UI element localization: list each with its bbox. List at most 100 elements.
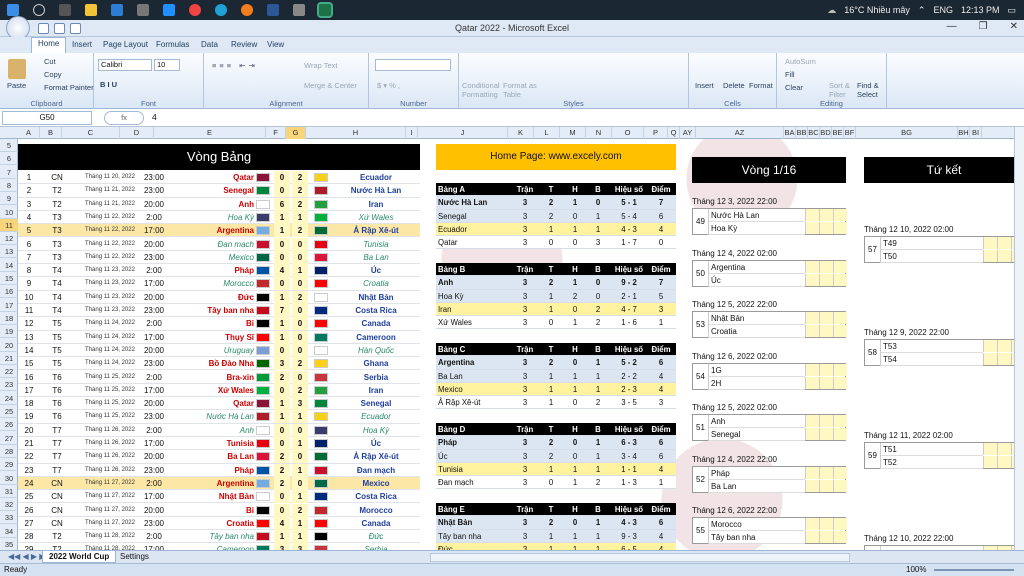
firefox-icon[interactable] <box>241 4 253 16</box>
font-name-select[interactable]: Calibri <box>98 59 152 71</box>
row-header[interactable]: 20 <box>0 339 18 352</box>
away-score[interactable]: 0 <box>292 423 308 437</box>
column-header[interactable]: A <box>18 127 40 139</box>
score-cell[interactable] <box>819 479 833 492</box>
paste-button[interactable]: Paste <box>7 81 26 90</box>
home-score[interactable]: 4 <box>274 264 290 278</box>
away-score[interactable]: 0 <box>292 250 308 264</box>
match-row[interactable]: 22 T7 Tháng 11 26, 2022 20:00 Ba Lan 2 0 Ả Rập … <box>18 450 420 464</box>
row-header[interactable]: 11 <box>0 218 18 232</box>
column-header[interactable]: I <box>406 127 418 139</box>
column-header[interactable]: P <box>644 127 668 139</box>
standing-row[interactable]: Senegal 3 2 0 1 5 - 4 6 <box>436 209 676 223</box>
match-box[interactable]: 49 Nước Hà Lan Hoa Kỳ <box>692 208 847 235</box>
score-cell[interactable] <box>997 353 1011 365</box>
away-score[interactable]: 2 <box>292 357 308 371</box>
away-score[interactable]: 1 <box>292 490 308 504</box>
match-row[interactable]: 2 T2 Tháng 11 21, 2022 23:00 Senegal 0 2 Nước H… <box>18 184 420 198</box>
match-slot[interactable]: Tháng 12 6, 2022 22:00 55 Morocco Tây ban n… <box>692 504 847 544</box>
away-score[interactable]: 2 <box>292 290 308 304</box>
row-header[interactable]: 21 <box>0 352 18 365</box>
name-box[interactable]: G50 <box>2 111 92 125</box>
edge-icon[interactable] <box>215 4 227 16</box>
match-row[interactable]: 23 T7 Tháng 11 26, 2022 23:00 Pháp 2 1 Đan mạch <box>18 463 420 477</box>
away-score[interactable]: 2 <box>292 184 308 198</box>
away-score[interactable]: 0 <box>292 370 308 384</box>
away-score[interactable]: 1 <box>292 530 308 544</box>
row-header[interactable]: 9 <box>0 192 18 206</box>
standing-row[interactable]: Hoa Kỳ 3 1 2 0 2 - 1 5 <box>436 289 676 303</box>
wrap-text-button[interactable]: Wrap Text <box>304 61 338 70</box>
home-score[interactable]: 7 <box>274 304 290 317</box>
app2-icon[interactable] <box>293 4 305 16</box>
notification-icon[interactable]: ▭ <box>1007 5 1016 16</box>
match-slot[interactable]: Tháng 12 9, 2022 22:00 58 T53 T54 <box>864 326 1024 366</box>
copy-button[interactable]: Copy <box>44 70 62 79</box>
away-score[interactable]: 0 <box>292 304 308 317</box>
match-row[interactable]: 12 T5 Tháng 11 24, 2022 2:00 Bỉ 1 0 Canada <box>18 317 420 331</box>
tab-review[interactable]: Review <box>225 39 263 50</box>
sort-filter-button[interactable]: Sort & Filter <box>829 81 855 99</box>
column-header[interactable]: BC <box>808 127 820 139</box>
row-header[interactable]: 33 <box>0 511 18 525</box>
home-score[interactable]: 1 <box>274 317 290 331</box>
zoom-level[interactable]: 100% <box>906 564 926 576</box>
score-cell[interactable] <box>819 222 833 234</box>
minimize-button[interactable]: — <box>947 21 957 32</box>
score-cell[interactable] <box>805 531 819 543</box>
column-header[interactable]: AY <box>680 127 696 139</box>
row-header[interactable]: 16 <box>0 285 18 299</box>
row-header[interactable]: 24 <box>0 392 18 405</box>
worksheet-grid[interactable]: Vòng Bảng 1 CN Tháng 11 20, 2022 23:00 Qatar… <box>18 139 1024 550</box>
away-score[interactable]: 0 <box>292 317 308 331</box>
row-header[interactable]: 23 <box>0 378 18 392</box>
horizontal-scrollbar[interactable] <box>430 553 850 562</box>
score-cell[interactable] <box>819 518 833 530</box>
row-header[interactable]: 30 <box>0 472 18 485</box>
sheet-tab-settings[interactable]: Settings <box>114 551 155 563</box>
format-painter-button[interactable]: Format Painter <box>44 83 94 92</box>
home-score[interactable]: 0 <box>274 383 290 397</box>
score-cell[interactable] <box>983 237 997 249</box>
score-cell[interactable] <box>833 376 847 389</box>
away-score[interactable]: 0 <box>292 343 308 357</box>
score-cell[interactable] <box>983 250 997 262</box>
row-header[interactable]: 15 <box>0 272 18 285</box>
home-score[interactable]: 0 <box>274 277 290 291</box>
match-box[interactable]: 51 Anh Senegal <box>692 414 847 441</box>
home-score[interactable]: 0 <box>274 250 290 264</box>
away-score[interactable]: 1 <box>292 264 308 278</box>
home-score[interactable]: 6 <box>274 197 290 211</box>
away-score[interactable]: 1 <box>292 210 308 224</box>
match-box[interactable]: 54 1G 2H <box>692 362 847 390</box>
column-header[interactable]: D <box>120 127 154 139</box>
column-header[interactable]: BG <box>856 127 958 139</box>
match-row[interactable]: 26 CN Tháng 11 27, 2022 20:00 Bỉ 0 2 Morocco <box>18 503 420 517</box>
match-slot[interactable]: Tháng 12 10, 2022 22:00 <box>864 532 1024 550</box>
tab-page-layout[interactable]: Page Layout <box>97 39 154 50</box>
score-cell[interactable] <box>805 518 819 530</box>
clear-button[interactable]: Clear <box>785 83 803 92</box>
match-slot[interactable]: Tháng 12 10, 2022 02:00 57 T49 T50 <box>864 223 1024 263</box>
home-score[interactable]: 1 <box>274 210 290 224</box>
score-cell[interactable] <box>833 222 847 234</box>
start-icon[interactable] <box>7 4 19 16</box>
column-header[interactable]: BE <box>832 127 844 139</box>
away-score[interactable]: 2 <box>292 224 308 238</box>
standing-row[interactable]: Xứ Wales 3 0 1 2 1 - 6 1 <box>436 316 676 330</box>
row-header[interactable]: 6 <box>0 152 18 166</box>
match-row[interactable]: 8 T4 Tháng 11 23, 2022 2:00 Pháp 4 1 Úc <box>18 264 420 278</box>
score-cell[interactable] <box>805 325 819 337</box>
score-cell[interactable] <box>805 312 819 324</box>
score-cell[interactable] <box>997 237 1011 249</box>
format-button[interactable]: Format <box>749 81 773 90</box>
match-box[interactable]: 52 Pháp Ba Lan <box>692 465 847 493</box>
number-format-select[interactable] <box>375 59 451 71</box>
column-header[interactable]: AZ <box>696 127 784 139</box>
home-page-link[interactable]: Home Page: www.excely.com <box>436 144 676 170</box>
away-score[interactable]: 1 <box>292 463 308 477</box>
match-row[interactable]: 25 CN Tháng 11 27, 2022 17:00 Nhật Bản 0 1 Cost… <box>18 490 420 504</box>
score-cell[interactable] <box>833 428 847 440</box>
tab-insert[interactable]: Insert <box>66 39 98 50</box>
match-slot[interactable]: Tháng 12 4, 2022 02:00 50 Argentina Úc <box>692 247 847 287</box>
